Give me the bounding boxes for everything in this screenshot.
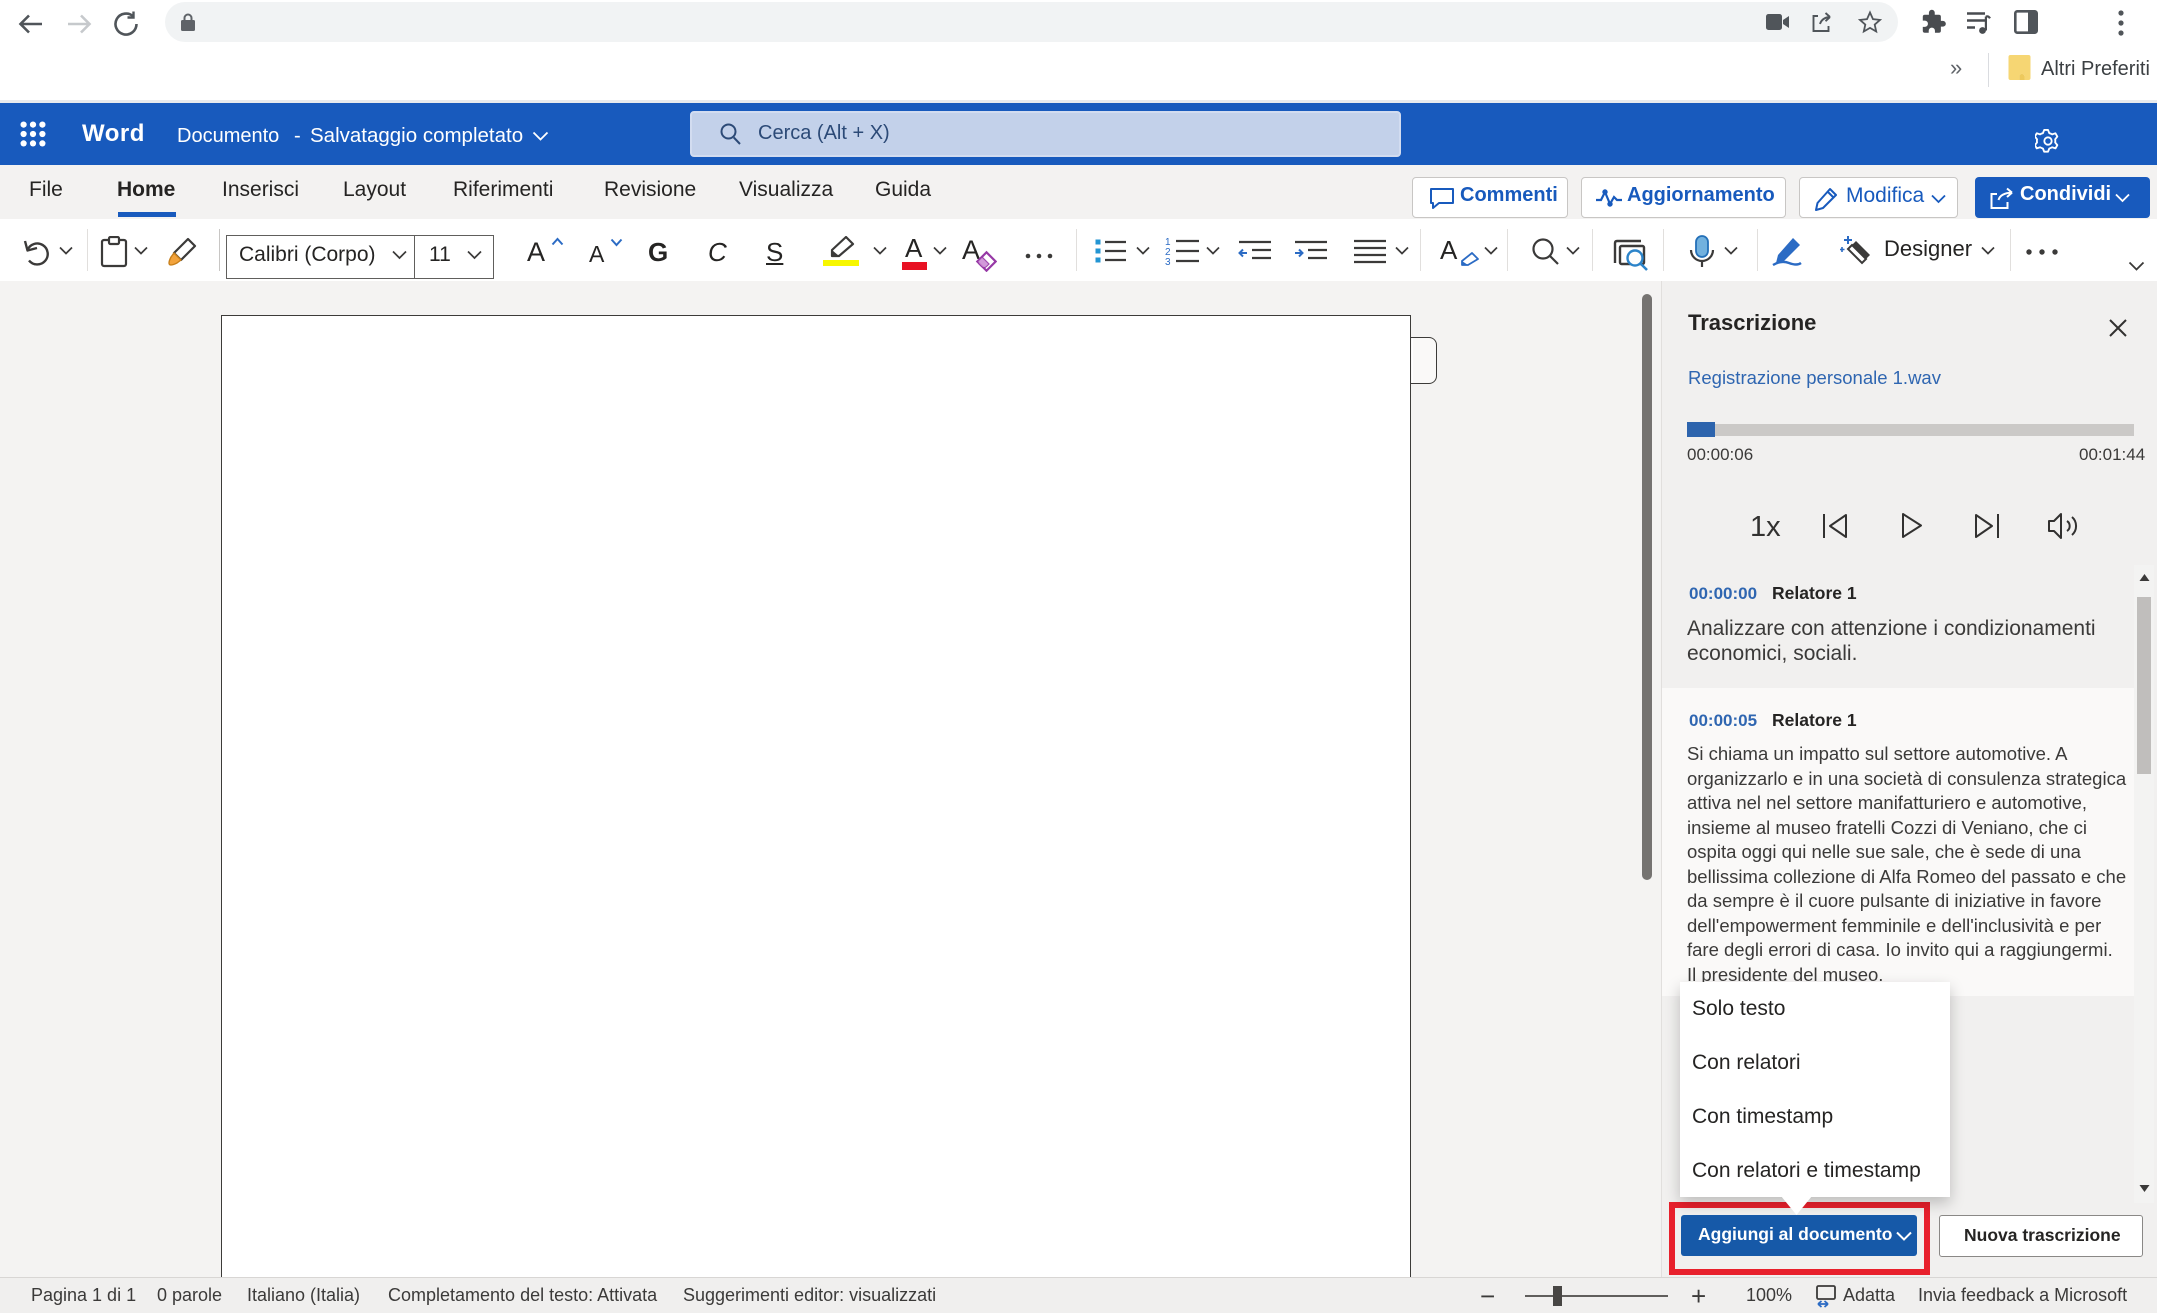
svg-text:3: 3 xyxy=(1165,257,1171,266)
